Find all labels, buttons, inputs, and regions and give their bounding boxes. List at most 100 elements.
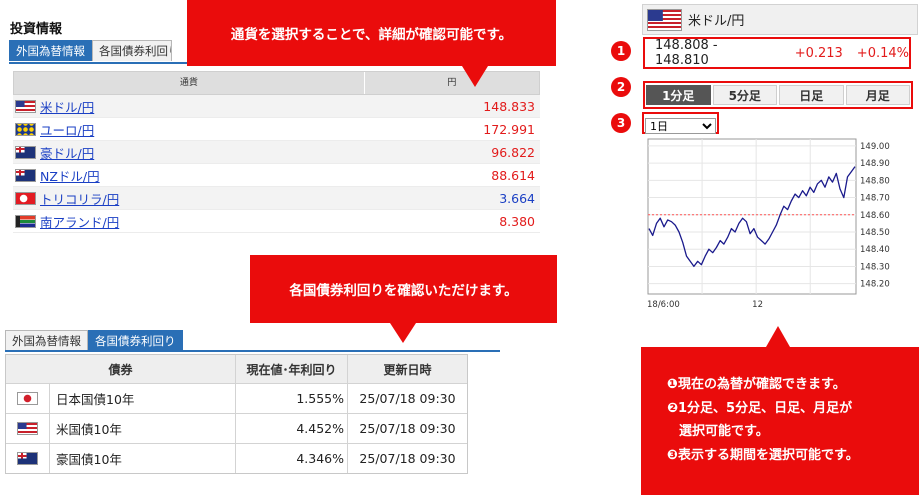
au-flag-icon (17, 452, 38, 465)
bid-ask: 148.808 - 148.810 (655, 38, 718, 68)
bond-table: 債券 現在値･年利回り 更新日時 日本国債10年 1.555% 25/07/18 0… (5, 354, 468, 474)
bond-tabbar: 外国為替情報 各国債券利回り (5, 330, 183, 351)
y-tick-label: 149.00 (860, 142, 890, 152)
bond-name: 豪国債10年 (50, 444, 236, 473)
marker-3: 3 (611, 113, 631, 133)
bond-name: 米国債10年 (50, 414, 236, 443)
currency-link[interactable]: 豪ドル/円 (40, 143, 94, 162)
nz-flag-icon (15, 168, 36, 182)
widget-header: 米ドル/円 (642, 4, 918, 35)
callout-line-1: ❶現在の為替が確認できます。 (667, 377, 846, 392)
currency-cell: トリコリラ/円 (13, 189, 365, 208)
currency-link[interactable]: トリコリラ/円 (40, 189, 119, 208)
bond-yield: 4.346% (236, 444, 348, 473)
fx-row: ユーロ/円 172.991 (13, 118, 540, 141)
price-change: +0.213 (794, 45, 843, 61)
flag-cell (6, 444, 50, 473)
us-flag-icon (15, 99, 36, 113)
bond-updated: 25/07/18 09:30 (359, 391, 456, 406)
price-box: 148.808 - 148.810 +0.213 +0.14% (643, 37, 911, 69)
header-currency: 通貨 (14, 72, 365, 94)
x-tick-label: 12 (752, 300, 763, 310)
bond-table-header: 債券 現在値･年利回り 更新日時 (6, 355, 467, 383)
fx-row: 米ドル/円 148.833 (13, 95, 540, 118)
tab-bond-yields[interactable]: 各国債券利回り (92, 40, 172, 61)
y-tick-label: 148.40 (860, 245, 890, 255)
rate-value: 88.614 (491, 167, 535, 183)
tab-bond-yields[interactable]: 各国債券利回り (88, 330, 183, 351)
header-bond: 債券 (6, 355, 236, 383)
tab-fx-info[interactable]: 外国為替情報 (9, 40, 92, 61)
bond-row: 米国債10年 4.452% 25/07/18 09:30 (6, 413, 467, 443)
flag-cell (6, 384, 50, 413)
x-tick-label: 18/6:00 (647, 300, 680, 310)
callout-pointer (462, 66, 488, 87)
rate-value: 148.833 (483, 98, 535, 114)
bond-updated: 25/07/18 09:30 (359, 421, 456, 436)
tr-flag-icon (15, 191, 36, 205)
price-chart: 149.00 148.90 148.80 148.70 148.60 148.50 148.… (647, 138, 890, 310)
currency-cell: 南アランド/円 (13, 212, 365, 231)
rate-value: 3.664 (499, 190, 535, 206)
fx-row: 豪ドル/円 96.822 (13, 141, 540, 164)
tab-5min[interactable]: 5分足 (712, 85, 777, 105)
y-tick-label: 148.50 (860, 228, 890, 238)
currency-cell: 米ドル/円 (13, 97, 365, 116)
header-yield: 現在値･年利回り (236, 355, 348, 383)
page-title: 投資情報 (10, 22, 63, 37)
us-flag-icon (647, 8, 682, 31)
tab-fx-info[interactable]: 外国為替情報 (5, 330, 88, 351)
tab-daily[interactable]: 日足 (779, 85, 844, 105)
y-tick-label: 148.90 (860, 159, 890, 169)
range-select-wrap: 1日 (642, 112, 719, 134)
fx-row: 南アランド/円 8.380 (13, 210, 540, 233)
eu-flag-icon (15, 122, 36, 136)
tab-underline (5, 350, 500, 352)
y-tick-label: 148.80 (860, 176, 890, 186)
fx-row: NZドル/円 88.614 (13, 164, 540, 187)
currency-link[interactable]: 南アランド/円 (40, 212, 119, 231)
bond-yield: 4.452% (236, 414, 348, 443)
callout-line-4: ❸表示する期間を選択可能です。 (667, 447, 859, 463)
bond-callout: 各国債券利回りを確認いただけます。 (250, 255, 557, 323)
tab-monthly[interactable]: 月足 (845, 85, 910, 105)
rate-value: 8.380 (499, 213, 535, 229)
tab-1min[interactable]: 1分足 (646, 85, 711, 105)
fx-row: トリコリラ/円 3.664 (13, 187, 540, 210)
bond-name: 日本国債10年 (50, 384, 236, 413)
fx-detail-callout: 通貨を選択することで、詳細が確認可能です。 (187, 0, 556, 66)
marker-1: 1 (611, 41, 631, 61)
callout-pointer (766, 326, 790, 347)
period-tabs: 1分足 5分足 日足 月足 (643, 81, 913, 109)
currency-cell: ユーロ/円 (13, 120, 365, 139)
plot-area (647, 138, 857, 295)
y-tick-label: 148.70 (860, 194, 890, 204)
bond-row: 日本国債10年 1.555% 25/07/18 09:30 (6, 383, 467, 413)
y-tick-label: 148.60 (860, 211, 890, 221)
rate-value: 96.822 (491, 144, 535, 160)
fx-tabbar: 外国為替情報 各国債券利回り (9, 40, 172, 62)
bond-row: 豪国債10年 4.346% 25/07/18 09:30 (6, 443, 467, 473)
fx-table: 通貨 円 米ドル/円 148.833 ユーロ/円 172.991 豪ドル/円 96.822… (13, 71, 540, 233)
y-tick-label: 148.20 (860, 280, 890, 290)
us-flag-icon (17, 422, 38, 435)
callout-line-2: ❷1分足、5分足、日足、月足が (667, 400, 853, 416)
flag-cell (6, 414, 50, 443)
callout-line-3: 選択可能です。 (679, 424, 769, 439)
au-flag-icon (15, 145, 36, 159)
currency-cell: 豪ドル/円 (13, 143, 365, 162)
range-select[interactable]: 1日 (645, 118, 716, 134)
widget-callout: ❶現在の為替が確認できます。 ❷1分足、5分足、日足、月足が 選択可能です。 ❸… (641, 347, 919, 495)
callout-pointer (390, 323, 416, 343)
currency-link[interactable]: ユーロ/円 (40, 120, 94, 139)
currency-link[interactable]: 米ドル/円 (40, 97, 94, 116)
marker-2: 2 (611, 77, 631, 97)
fx-table-header: 通貨 円 (13, 71, 540, 95)
header-yen: 円 (447, 78, 457, 88)
za-flag-icon (15, 214, 36, 228)
header-updated: 更新日時 (383, 362, 432, 377)
jp-flag-icon (17, 392, 38, 405)
bond-yield: 1.555% (236, 384, 348, 413)
widget-title: 米ドル/円 (688, 14, 745, 29)
currency-link[interactable]: NZドル/円 (40, 166, 100, 185)
